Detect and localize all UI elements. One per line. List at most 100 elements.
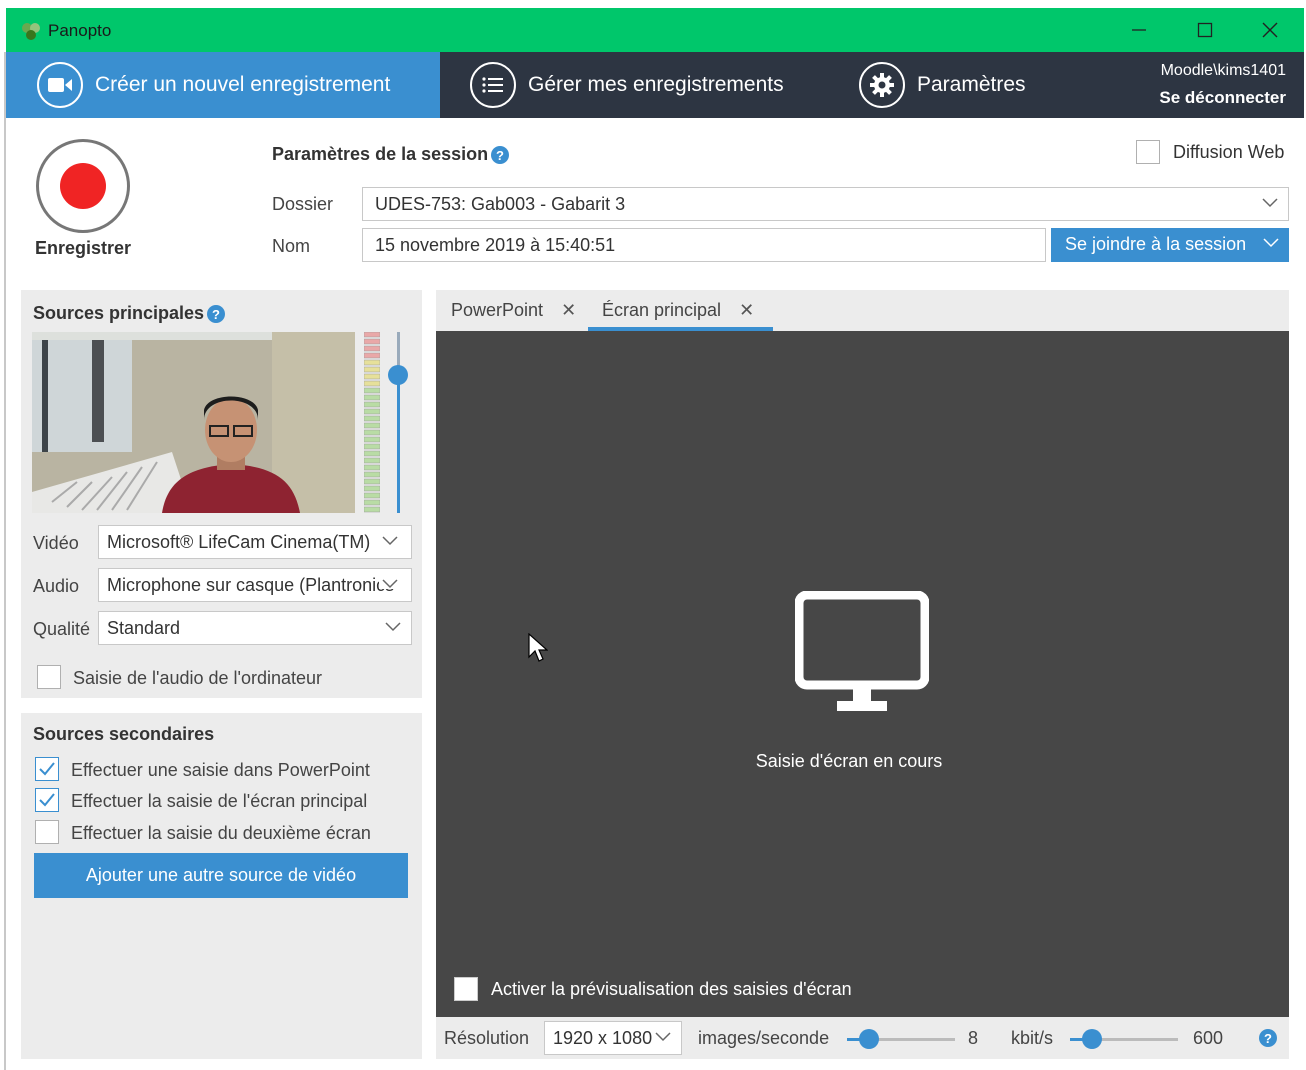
session-name-input[interactable]: 15 novembre 2019 à 15:40:51 — [362, 228, 1046, 262]
logout-link[interactable]: Se déconnecter — [1159, 88, 1286, 108]
fps-value: 8 — [968, 1028, 979, 1048]
session-settings-title: Paramètres de la session — [272, 144, 489, 164]
maximize-icon — [1197, 22, 1213, 38]
vu-segment — [364, 506, 380, 513]
title-bar: Panopto — [6, 8, 1304, 52]
video-source-select[interactable]: Microsoft® LifeCam Cinema(TM) — [98, 525, 412, 559]
vu-segment — [364, 450, 380, 457]
record-label: Enregistrer — [34, 238, 132, 258]
vu-segment — [364, 401, 380, 408]
folder-select[interactable]: UDES-753: Gab003 - Gabarit 3 — [362, 187, 1289, 221]
quality-select[interactable]: Standard — [98, 611, 412, 645]
kbps-label: kbit/s — [1011, 1028, 1054, 1048]
audio-level-meter — [364, 332, 380, 513]
webcam-image — [32, 332, 355, 513]
join-session-label: Se joindre à la session — [1065, 234, 1247, 254]
kbps-slider-thumb[interactable] — [1082, 1029, 1102, 1049]
help-icon[interactable]: ? — [207, 305, 225, 323]
top-navigation: Créer un nouvel enregistrement Gérer mes… — [6, 52, 1304, 118]
capture-status: Saisie d'écran en cours — [755, 751, 943, 771]
vu-segment — [364, 415, 380, 422]
vu-segment — [364, 345, 380, 352]
chevron-down-icon — [1263, 238, 1279, 248]
webcast-checkbox[interactable] — [1136, 140, 1160, 164]
vu-segment — [364, 380, 380, 387]
pc-audio-label: Saisie de l'audio de l'ordinateur — [73, 668, 323, 688]
chevron-down-icon — [379, 536, 401, 546]
kbps-value: 600 — [1193, 1028, 1224, 1048]
volume-slider-thumb[interactable] — [388, 365, 408, 385]
mouse-cursor-icon — [528, 633, 548, 662]
webcam-preview[interactable] — [32, 332, 355, 513]
chevron-down-icon — [385, 622, 401, 632]
maximize-button[interactable] — [1182, 16, 1228, 44]
capture-main-screen-label: Effectuer la saisie de l'écran principal — [71, 791, 368, 811]
resolution-select[interactable]: 1920 x 1080 — [544, 1021, 682, 1055]
record-icon — [60, 163, 106, 209]
screen-preview-checkbox[interactable] — [454, 977, 478, 1001]
vu-segment — [364, 332, 380, 338]
vu-segment — [364, 429, 380, 436]
pc-audio-checkbox[interactable] — [37, 665, 61, 689]
vu-segment — [364, 471, 380, 478]
capture-second-screen-label: Effectuer la saisie du deuxième écran — [71, 823, 371, 843]
vu-segment — [364, 373, 380, 380]
video-label: Vidéo — [33, 533, 79, 553]
nav-tab-label: Créer un nouvel enregistrement — [95, 73, 391, 96]
vu-segment — [364, 387, 380, 394]
checkmark-icon — [39, 793, 55, 807]
folder-label: Dossier — [272, 194, 334, 214]
quality-label: Qualité — [33, 619, 91, 639]
vu-segment — [364, 394, 380, 401]
vu-segment — [364, 485, 380, 492]
chevron-down-icon — [379, 579, 401, 589]
close-icon[interactable]: ✕ — [561, 300, 576, 321]
screen-preview-label: Activer la prévisualisation des saisies … — [491, 979, 852, 999]
webcast-label: Diffusion Web — [1173, 142, 1285, 162]
checkmark-icon — [39, 762, 55, 776]
vu-segment — [364, 443, 380, 450]
record-button[interactable] — [36, 139, 130, 233]
minimize-button[interactable] — [1116, 16, 1162, 44]
close-button[interactable] — [1247, 16, 1293, 44]
close-icon[interactable]: ✕ — [739, 300, 754, 321]
join-session-button[interactable]: Se joindre à la session — [1051, 228, 1289, 262]
vu-segment — [364, 499, 380, 506]
vu-segment — [364, 359, 380, 366]
list-icon — [470, 62, 516, 108]
fps-slider-thumb[interactable] — [859, 1029, 879, 1049]
window-title: Panopto — [48, 21, 112, 40]
nav-tab-label: Gérer mes enregistrements — [528, 73, 784, 96]
window-border — [4, 52, 6, 1070]
nav-tab-label: Paramètres — [917, 73, 1026, 96]
chevron-down-icon — [1262, 198, 1278, 208]
tab-label: Écran principal — [602, 300, 722, 320]
add-video-source-button[interactable]: Ajouter une autre source de vidéo — [34, 853, 408, 898]
vu-segment — [364, 492, 380, 499]
capture-main-screen-checkbox[interactable] — [35, 788, 59, 812]
secondary-sources-title: Sources secondaires — [33, 724, 215, 744]
fps-label: images/seconde — [698, 1028, 830, 1048]
tab-powerpoint[interactable]: PowerPoint ✕ — [451, 290, 576, 331]
nav-tab-manage-recordings[interactable]: Gérer mes enregistrements — [470, 52, 784, 118]
tab-main-screen[interactable]: Écran principal ✕ — [602, 290, 754, 331]
capture-second-screen-checkbox[interactable] — [35, 820, 59, 844]
nav-tab-settings[interactable]: Paramètres — [859, 52, 1026, 118]
help-icon[interactable]: ? — [1259, 1029, 1277, 1047]
video-source-value: Microsoft® LifeCam Cinema(TM) — [107, 532, 371, 552]
audio-source-select[interactable]: Microphone sur casque (Plantronics — [98, 568, 412, 602]
camera-icon — [37, 62, 83, 108]
vu-segment — [364, 338, 380, 345]
nav-tab-create-recording[interactable]: Créer un nouvel enregistrement — [6, 52, 440, 118]
help-icon[interactable]: ? — [491, 146, 509, 164]
session-name-value: 15 novembre 2019 à 15:40:51 — [375, 235, 616, 255]
capture-powerpoint-label: Effectuer une saisie dans PowerPoint — [71, 760, 370, 780]
monitor-icon — [795, 591, 929, 711]
add-video-source-label: Ajouter une autre source de vidéo — [85, 865, 357, 885]
capture-powerpoint-checkbox[interactable] — [35, 757, 59, 781]
audio-source-value: Microphone sur casque (Plantronics — [107, 575, 395, 595]
vu-segment — [364, 408, 380, 415]
minimize-icon — [1132, 29, 1146, 31]
vu-segment — [364, 478, 380, 485]
vu-segment — [364, 422, 380, 429]
